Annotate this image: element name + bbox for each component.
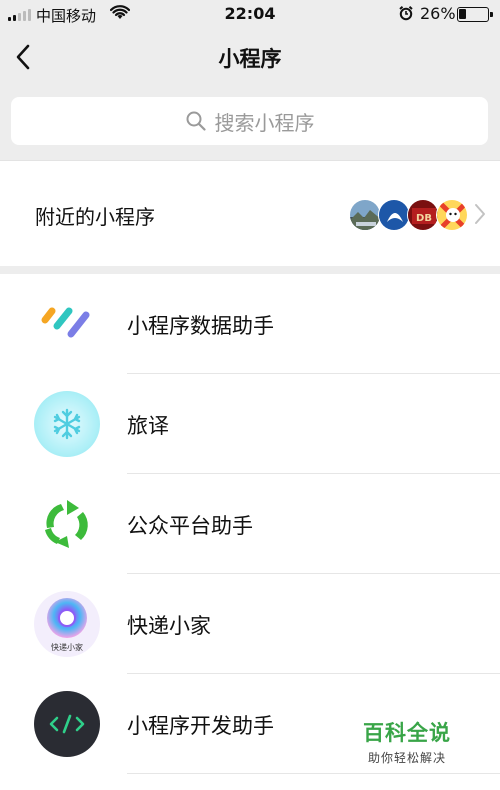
search-icon	[186, 111, 206, 131]
recycle-arrows-icon	[45, 500, 88, 548]
nearby-mini-programs-row[interactable]: 附近的小程序 DB	[0, 160, 500, 266]
watermark-subtitle: 助你轻松解决	[367, 751, 446, 765]
list-item-name: 快递小家	[127, 614, 211, 638]
list-item[interactable]: 小程序数据助手	[0, 274, 500, 374]
list-item-name: 小程序数据助手	[127, 314, 274, 338]
code-brackets-icon	[34, 691, 100, 757]
icon-caption: 快递小家	[51, 642, 83, 652]
search-placeholder: 搜索小程序	[214, 110, 315, 135]
nearby-label: 附近的小程序	[35, 205, 155, 229]
express-home-icon: 快递小家	[34, 591, 100, 657]
list-item[interactable]: 快递小家 快递小家	[0, 574, 500, 674]
search-bar[interactable]: 搜索小程序	[11, 97, 488, 145]
cartoon-thumb	[436, 199, 468, 231]
landscape-thumb	[349, 199, 381, 231]
battery-icon	[457, 7, 493, 22]
list-item-name: 公众平台助手	[127, 514, 253, 538]
watermark: 百科全说 助你轻松解决	[363, 717, 451, 766]
alarm-icon	[398, 5, 414, 25]
red-brand-thumb: DB	[407, 199, 439, 231]
chevron-right-icon	[475, 204, 485, 224]
list-item-name: 小程序开发助手	[127, 714, 274, 738]
watermark-title: 百科全说	[363, 721, 451, 745]
bank-logo-thumb	[378, 199, 410, 231]
snowflake-icon	[34, 391, 100, 457]
data-assistant-icon	[41, 307, 90, 338]
list-item-name: 旅译	[127, 414, 169, 438]
nearby-thumbnails: DB	[349, 199, 468, 231]
list-item[interactable]: 公众平台助手	[0, 474, 500, 574]
mini-program-list: 小程序数据助手 旅译 公众平台助手 快递小家 快递小家 小程序开发助手	[0, 274, 500, 790]
battery-fill	[459, 9, 466, 19]
navigation-bar: 小程序	[0, 28, 500, 88]
svg-text:DB: DB	[416, 213, 432, 224]
list-item[interactable]: 旅译	[0, 374, 500, 474]
battery-percentage: 26%	[420, 4, 456, 23]
status-bar: 中国移动 22:04 26%	[0, 0, 500, 28]
page-title: 小程序	[218, 47, 282, 71]
